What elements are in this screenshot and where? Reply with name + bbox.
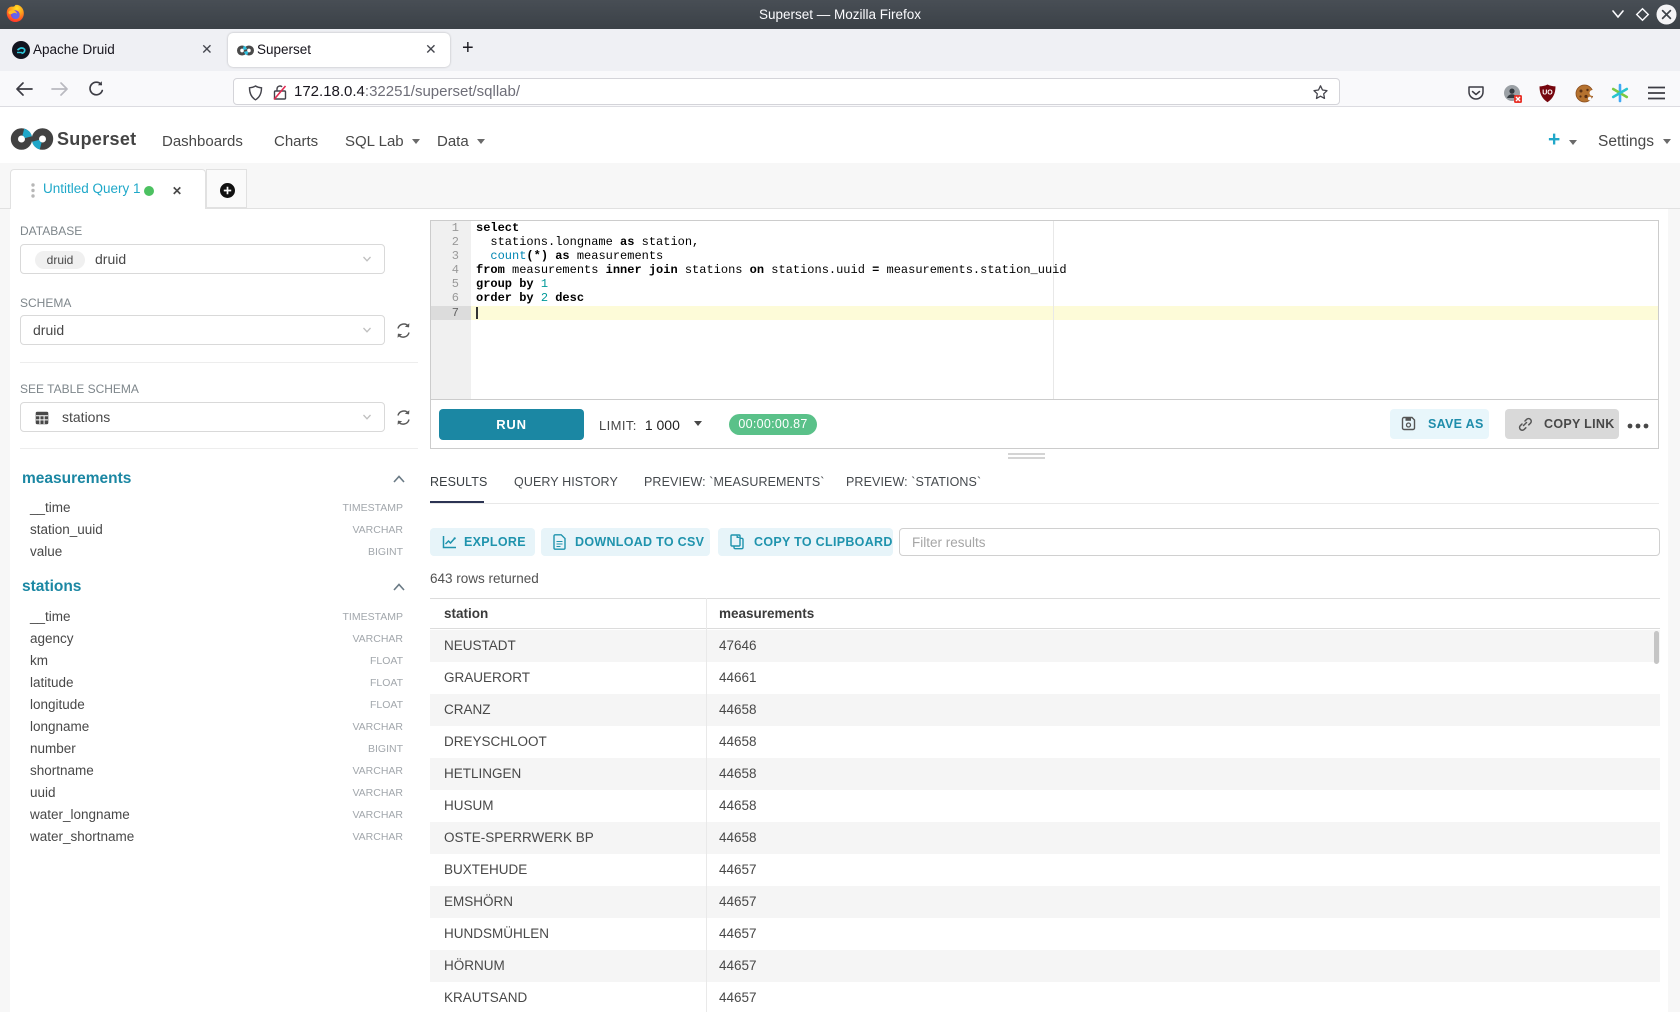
svg-text:UO: UO bbox=[1542, 90, 1553, 97]
